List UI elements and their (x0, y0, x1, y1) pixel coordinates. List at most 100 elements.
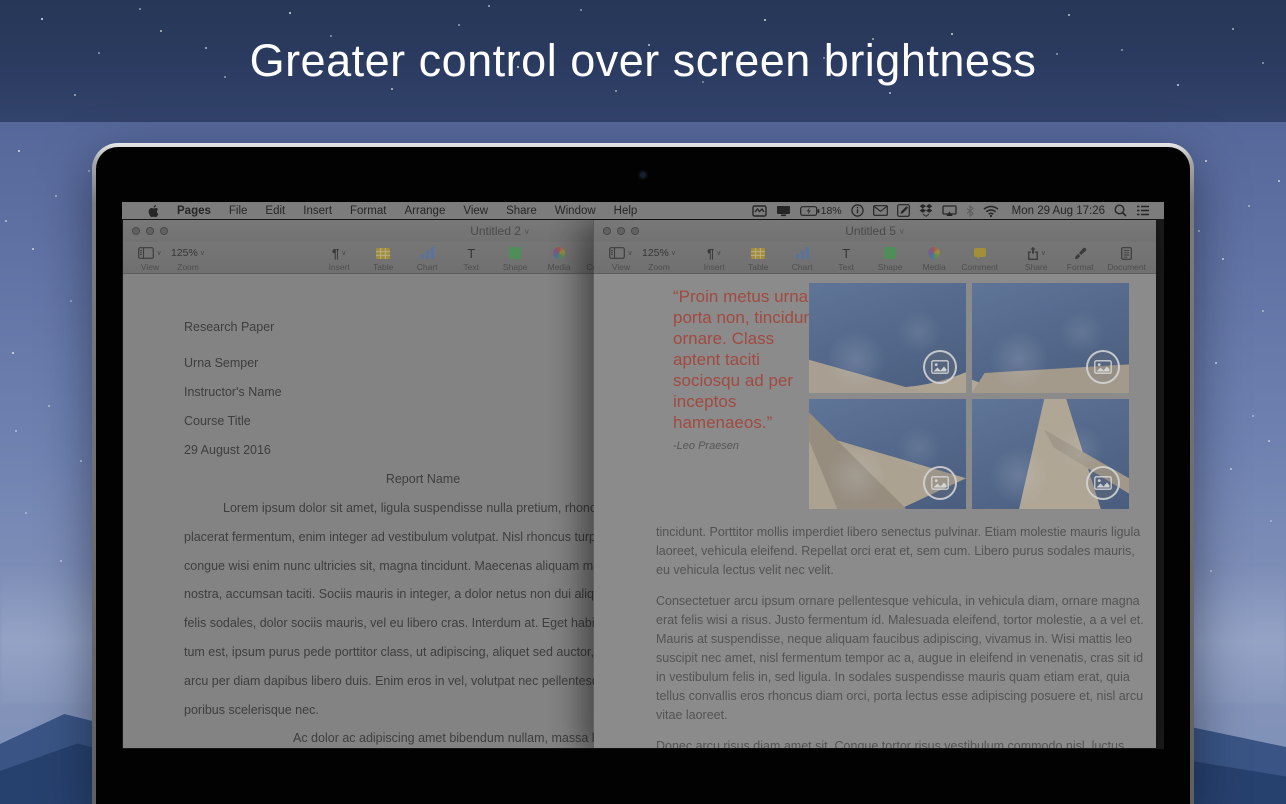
info-icon[interactable] (850, 204, 864, 217)
report-title: Report Name (385, 472, 461, 486)
media-icon (928, 247, 941, 259)
architecture-photo[interactable] (972, 399, 1129, 509)
bluetooth-icon[interactable] (966, 204, 974, 217)
shape-button[interactable]: Shape (498, 242, 532, 273)
macbook-screen: Pages File Edit Insert Format Arrange View Shar… (122, 202, 1164, 749)
banner-stars (0, 0, 2, 2)
quote-attribution: -Leo Praesen (673, 440, 740, 452)
menu-item[interactable]: Share (497, 205, 546, 217)
menu-clock[interactable]: Mon 29 Aug 17:26 (1012, 205, 1105, 217)
menu-item[interactable]: Format (341, 205, 395, 217)
document-button[interactable]: Document (1107, 242, 1146, 273)
body-line: tum est, ipsum purus pede porttitor clas… (184, 644, 601, 659)
battery-menu[interactable]: 18% (799, 204, 842, 217)
notes-icon[interactable] (896, 204, 910, 217)
dropbox-icon[interactable] (919, 204, 933, 217)
media-button[interactable]: Media (917, 242, 951, 273)
comment-button[interactable]: Comment (961, 242, 998, 273)
marketing-banner: Greater control over screen brightness (0, 0, 1286, 122)
body-paragraph: tincidunt. Porttitor mollis imperdiet li… (656, 525, 1141, 577)
menu-bar: Pages File Edit Insert Format Arrange View Shar… (122, 202, 1164, 219)
menu-item[interactable]: View (454, 205, 497, 217)
blockquote-line: Ac dolor ac adipiscing amet bibendum nul… (293, 731, 635, 746)
title-bar[interactable]: Untitled 5 ∨ (594, 220, 1156, 242)
share-button[interactable]: ∨ Share (1019, 242, 1053, 273)
body-line: Lorem ipsum dolor sit amet, ligula suspe… (223, 501, 610, 515)
format-brush-icon (1074, 247, 1087, 259)
comment-icon (973, 247, 986, 259)
architecture-photo[interactable] (972, 283, 1129, 393)
document-canvas[interactable]: “Proin metus urna porta non, tincidunt o… (594, 274, 1156, 748)
chart-icon (795, 247, 809, 259)
search-icon[interactable] (1114, 204, 1127, 217)
menu-item[interactable]: Insert (294, 205, 341, 217)
battery-percent: 18% (820, 204, 842, 217)
pages-window-untitled-5: Untitled 5 ∨ ∨ View 125% ∨ Zoom ¶ ∨ Inse… (593, 219, 1157, 749)
mail-icon[interactable] (872, 205, 888, 216)
media-icon (553, 247, 566, 259)
document-icon (1121, 246, 1133, 260)
menu-item[interactable]: Window (546, 205, 605, 217)
table-button[interactable]: Table (366, 242, 400, 273)
chart-icon (420, 247, 434, 259)
image-placeholder-icon[interactable] (923, 466, 957, 500)
body-line: poribus scelerisque nec. (184, 702, 319, 717)
menu-item[interactable]: File (220, 205, 257, 217)
window-title: Untitled 5 ∨ (845, 224, 905, 238)
airplay-icon[interactable] (941, 204, 957, 217)
table-icon (751, 247, 766, 259)
chart-button[interactable]: Chart (410, 242, 444, 273)
zoom-control[interactable]: 125% ∨ Zoom (642, 242, 676, 273)
format-button[interactable]: Format (1063, 242, 1097, 273)
image-placeholder-icon[interactable] (923, 350, 957, 384)
body-line: felis sodales, dolor sociis mauris, vel … (184, 616, 606, 631)
text-button[interactable]: T Text (454, 242, 488, 273)
shape-icon (509, 247, 522, 259)
media-button[interactable]: Media (542, 242, 576, 273)
battery-icon (799, 205, 820, 216)
shape-button[interactable]: Shape (873, 242, 907, 273)
menu-item[interactable]: Pages (168, 205, 220, 217)
chart-button[interactable]: Chart (785, 242, 819, 273)
menu-item[interactable]: Help (605, 205, 647, 217)
notification-center-icon[interactable] (1136, 205, 1150, 216)
facetime-camera (640, 172, 646, 178)
apple-menu[interactable] (138, 204, 168, 218)
view-button[interactable]: ∨ View (604, 242, 638, 273)
menu-item[interactable]: Arrange (395, 205, 454, 217)
text-icon: T (467, 245, 476, 261)
display-icon[interactable] (776, 205, 791, 217)
body-line: placerat fermentum, enim integer ad vest… (184, 529, 606, 544)
menu-item[interactable]: Edit (256, 205, 294, 217)
title-chevron-icon: ∨ (898, 227, 905, 236)
view-button[interactable]: ∨ View (133, 242, 167, 273)
meta-line: Course Title (184, 414, 251, 428)
macbook-bezel: Pages File Edit Insert Format Arrange View Shar… (96, 147, 1190, 804)
body-line: congue wisi enim nunc ultricies sit, mag… (184, 558, 601, 573)
paper-blockquote: Ac dolor ac adipiscing amet bibendum nul… (184, 724, 662, 748)
body-paragraph: Consectetuer arcu ipsum ornare pellentes… (656, 594, 1144, 722)
insert-button[interactable]: ¶ ∨ Insert (697, 242, 731, 273)
shape-icon (884, 247, 897, 259)
meta-line: Instructor's Name (184, 385, 282, 399)
architecture-photo[interactable] (809, 283, 966, 393)
body-line: nostra, accumsan taciti. Sociis mauris i… (184, 587, 601, 602)
activity-icon[interactable] (751, 204, 767, 217)
share-icon (1027, 246, 1038, 260)
macbook-frame: Pages File Edit Insert Format Arrange View Shar… (92, 143, 1194, 804)
toolbar: ∨ View 125% ∨ Zoom ¶ ∨ Insert Table Char… (594, 242, 1156, 274)
text-button[interactable]: T Text (829, 242, 863, 273)
meta-line: Urna Semper (184, 356, 259, 370)
architecture-photo[interactable] (809, 399, 966, 509)
paragraph-icon: ¶ (707, 245, 715, 261)
image-placeholder-icon[interactable] (1086, 466, 1120, 500)
paper-body: Lorem ipsum dolor sit amet, ligula suspe… (184, 494, 662, 724)
image-placeholder-icon[interactable] (1086, 350, 1120, 384)
zoom-control[interactable]: 125% ∨ Zoom (171, 242, 205, 273)
meta-line: 29 August 2016 (184, 443, 271, 457)
meta-line: Research Paper (184, 320, 275, 334)
table-button[interactable]: Table (741, 242, 775, 273)
wifi-icon[interactable] (983, 205, 999, 217)
banner-title: Greater control over screen brightness (249, 35, 1037, 86)
insert-button[interactable]: ¶ ∨ Insert (322, 242, 356, 273)
